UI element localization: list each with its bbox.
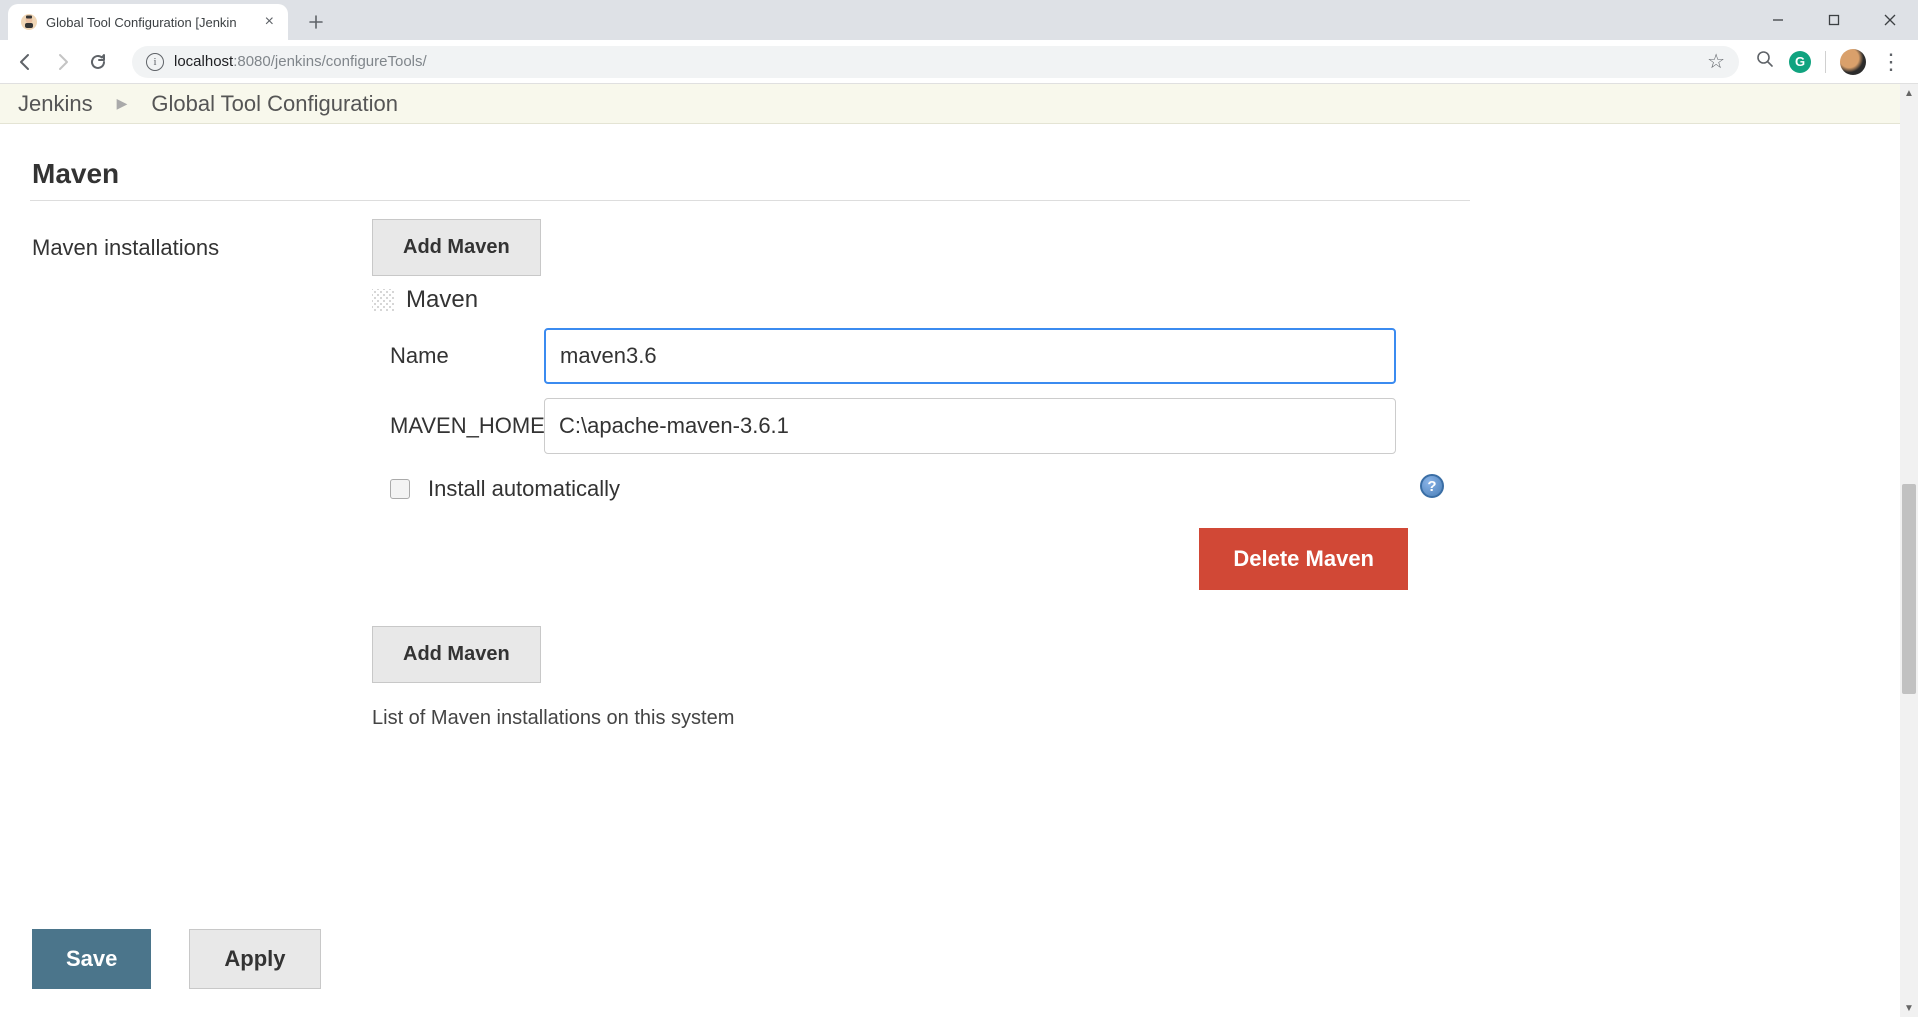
url-text: localhost:8080/jenkins/configureTools/ — [174, 53, 427, 70]
nav-bar: i localhost:8080/jenkins/configureTools/… — [0, 40, 1918, 84]
chevron-right-icon: ▶ — [117, 95, 128, 112]
menu-icon[interactable]: ⋮ — [1880, 49, 1902, 75]
maven-home-input[interactable] — [544, 398, 1396, 454]
save-button[interactable]: Save — [32, 929, 151, 989]
add-maven-button-bottom[interactable]: Add Maven — [372, 626, 541, 683]
jenkins-favicon — [20, 13, 38, 31]
breadcrumb-root[interactable]: Jenkins — [18, 91, 93, 117]
scroll-down-icon[interactable]: ▼ — [1900, 999, 1918, 1017]
maven-tool-block: Maven Name MAVEN_HOME — [372, 286, 1864, 590]
install-auto-row: Install automatically ? — [390, 476, 1426, 502]
scroll-up-icon[interactable]: ▲ — [1900, 84, 1918, 102]
url-bar[interactable]: i localhost:8080/jenkins/configureTools/… — [132, 46, 1739, 78]
section-title-maven: Maven — [32, 158, 1864, 190]
apply-button[interactable]: Apply — [189, 929, 320, 989]
page-area: Jenkins ▶ Global Tool Configuration Mave… — [0, 84, 1900, 1017]
add-maven-button[interactable]: Add Maven — [372, 219, 541, 276]
name-input[interactable] — [544, 328, 1396, 384]
tab-bar: Global Tool Configuration [Jenkin × — [0, 0, 1918, 40]
viewport: Jenkins ▶ Global Tool Configuration Mave… — [0, 84, 1918, 1017]
minimize-icon[interactable] — [1750, 0, 1806, 40]
browser-chrome: Global Tool Configuration [Jenkin × i lo… — [0, 0, 1918, 1017]
grammarly-icon[interactable]: G — [1789, 51, 1811, 73]
tool-title: Maven — [406, 286, 478, 314]
name-field-row: Name — [372, 328, 1864, 384]
window-controls — [1750, 0, 1918, 40]
home-label: MAVEN_HOME — [372, 413, 544, 439]
maven-installations-row: Maven installations Add Maven Maven Name — [32, 219, 1864, 730]
delete-row: Delete Maven — [372, 528, 1408, 590]
drag-handle-icon[interactable] — [372, 289, 394, 311]
new-tab-button[interactable] — [302, 8, 330, 36]
install-auto-label: Install automatically — [428, 476, 620, 502]
zoom-icon[interactable] — [1755, 49, 1775, 74]
maximize-icon[interactable] — [1806, 0, 1862, 40]
section-rule — [30, 200, 1470, 201]
scrollbar[interactable]: ▲ ▼ — [1900, 84, 1918, 1017]
toolbar-right: G ⋮ — [1747, 49, 1910, 75]
breadcrumb-current[interactable]: Global Tool Configuration — [151, 91, 398, 117]
delete-maven-button[interactable]: Delete Maven — [1199, 528, 1408, 590]
tool-header: Maven — [372, 286, 1864, 314]
row-label: Maven installations — [32, 219, 372, 261]
home-field-row: MAVEN_HOME — [372, 398, 1864, 454]
profile-avatar[interactable] — [1840, 49, 1866, 75]
reload-icon[interactable] — [80, 44, 116, 80]
installations-caption: List of Maven installations on this syst… — [372, 707, 1864, 730]
browser-tab[interactable]: Global Tool Configuration [Jenkin × — [8, 4, 288, 40]
close-icon[interactable]: × — [261, 13, 278, 31]
divider — [1825, 51, 1826, 73]
breadcrumb: Jenkins ▶ Global Tool Configuration — [0, 84, 1900, 124]
row-body: Add Maven Maven Name — [372, 219, 1864, 730]
name-label: Name — [372, 343, 544, 369]
tab-title: Global Tool Configuration [Jenkin — [46, 15, 261, 30]
action-bar: Save Apply — [32, 929, 321, 989]
close-window-icon[interactable] — [1862, 0, 1918, 40]
forward-icon — [44, 44, 80, 80]
content: Maven Maven installations Add Maven Mave… — [0, 124, 1900, 730]
help-icon[interactable]: ? — [1420, 474, 1444, 498]
add-maven-bottom: Add Maven — [372, 626, 1864, 683]
site-info-icon[interactable]: i — [146, 53, 164, 71]
install-auto-checkbox[interactable] — [390, 479, 410, 499]
scroll-thumb[interactable] — [1902, 484, 1916, 694]
back-icon[interactable] — [8, 44, 44, 80]
bookmark-icon[interactable]: ☆ — [1707, 49, 1725, 74]
